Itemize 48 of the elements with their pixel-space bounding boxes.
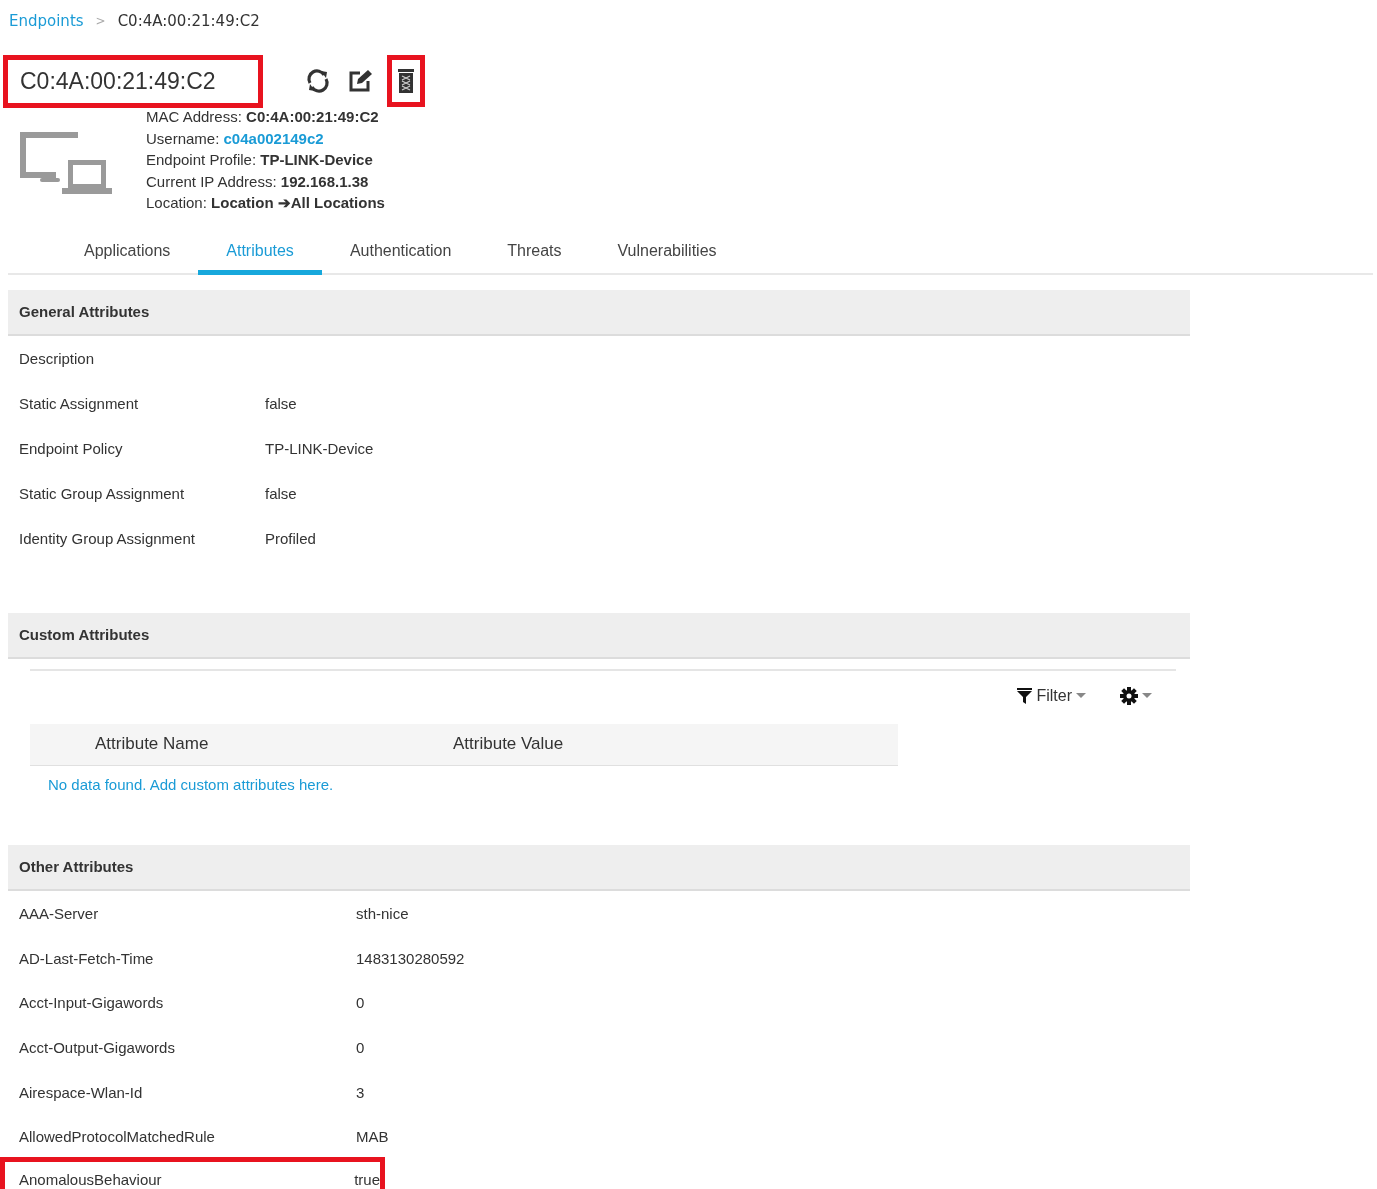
breadcrumb-separator: > bbox=[95, 14, 106, 28]
filter-button[interactable]: Filter bbox=[1017, 686, 1086, 705]
attribute-name: AAA-Server bbox=[19, 904, 100, 922]
info-line: Location: Location ➔All Locations bbox=[146, 193, 385, 214]
attribute-name: Description bbox=[19, 349, 96, 367]
caret-icon bbox=[1076, 692, 1086, 699]
attribute-name: Acct-Input-Gigawords bbox=[19, 994, 165, 1012]
devices-icon bbox=[18, 130, 114, 196]
section-header: General Attributes bbox=[8, 289, 1190, 336]
info-line: MAC Address: C0:4A:00:21:49:C2 bbox=[146, 107, 380, 127]
attribute-name: AnomalousBehaviour bbox=[19, 1170, 163, 1188]
gear-icon bbox=[1120, 686, 1138, 705]
caret-icon bbox=[1142, 692, 1152, 699]
attribute-value: 3 bbox=[356, 1083, 365, 1101]
attribute-value: 1483130280592 bbox=[356, 949, 465, 967]
attribute-name: AllowedProtocolMatchedRule bbox=[19, 1128, 216, 1146]
filter-icon bbox=[1017, 687, 1033, 704]
attribute-name: AD-Last-Fetch-Time bbox=[19, 949, 155, 967]
attribute-value: 0 bbox=[356, 994, 365, 1012]
attribute-value: Profiled bbox=[265, 529, 316, 547]
attribute-value: true bbox=[354, 1170, 380, 1188]
column-header: Attribute Name bbox=[95, 734, 210, 755]
section-header: Custom Attributes bbox=[8, 612, 1190, 659]
attribute-name: Static Assignment bbox=[19, 394, 140, 412]
attribute-name: Endpoint Policy bbox=[19, 439, 124, 457]
attribute-name: Static Group Assignment bbox=[19, 484, 186, 502]
breadcrumb-current: C0:4A:00:21:49:C2 bbox=[117, 12, 260, 30]
page-title: C0:4A:00:21:49:C2 bbox=[3, 54, 263, 108]
settings-button[interactable] bbox=[1120, 686, 1152, 705]
attribute-value: 0 bbox=[356, 1038, 365, 1056]
tab[interactable]: Applications bbox=[56, 233, 199, 275]
tab[interactable]: Threats bbox=[479, 233, 590, 275]
attribute-name: Identity Group Assignment bbox=[19, 529, 196, 547]
tab[interactable]: Authentication bbox=[321, 233, 480, 275]
attribute-name: Airespace-Wlan-Id bbox=[19, 1083, 144, 1101]
attribute-value: sth-nice bbox=[356, 904, 409, 922]
attribute-value: TP-LINK-Device bbox=[265, 439, 374, 457]
section-header: Other Attributes bbox=[8, 844, 1190, 891]
attribute-value: false bbox=[265, 484, 297, 502]
attribute-value: MAB bbox=[356, 1128, 389, 1146]
info-line: Current IP Address: 192.168.1.38 bbox=[146, 171, 370, 192]
trash-icon[interactable] bbox=[387, 55, 425, 107]
column-header: Attribute Value bbox=[453, 734, 564, 755]
info-line: Username: c04a002149c2 bbox=[146, 128, 325, 149]
info-line: Endpoint Profile: TP-LINK-Device bbox=[146, 150, 374, 171]
tab[interactable]: Vulnerabilities bbox=[589, 233, 745, 275]
attribute-value: false bbox=[265, 394, 297, 412]
attribute-name: Acct-Output-Gigawords bbox=[19, 1038, 176, 1056]
